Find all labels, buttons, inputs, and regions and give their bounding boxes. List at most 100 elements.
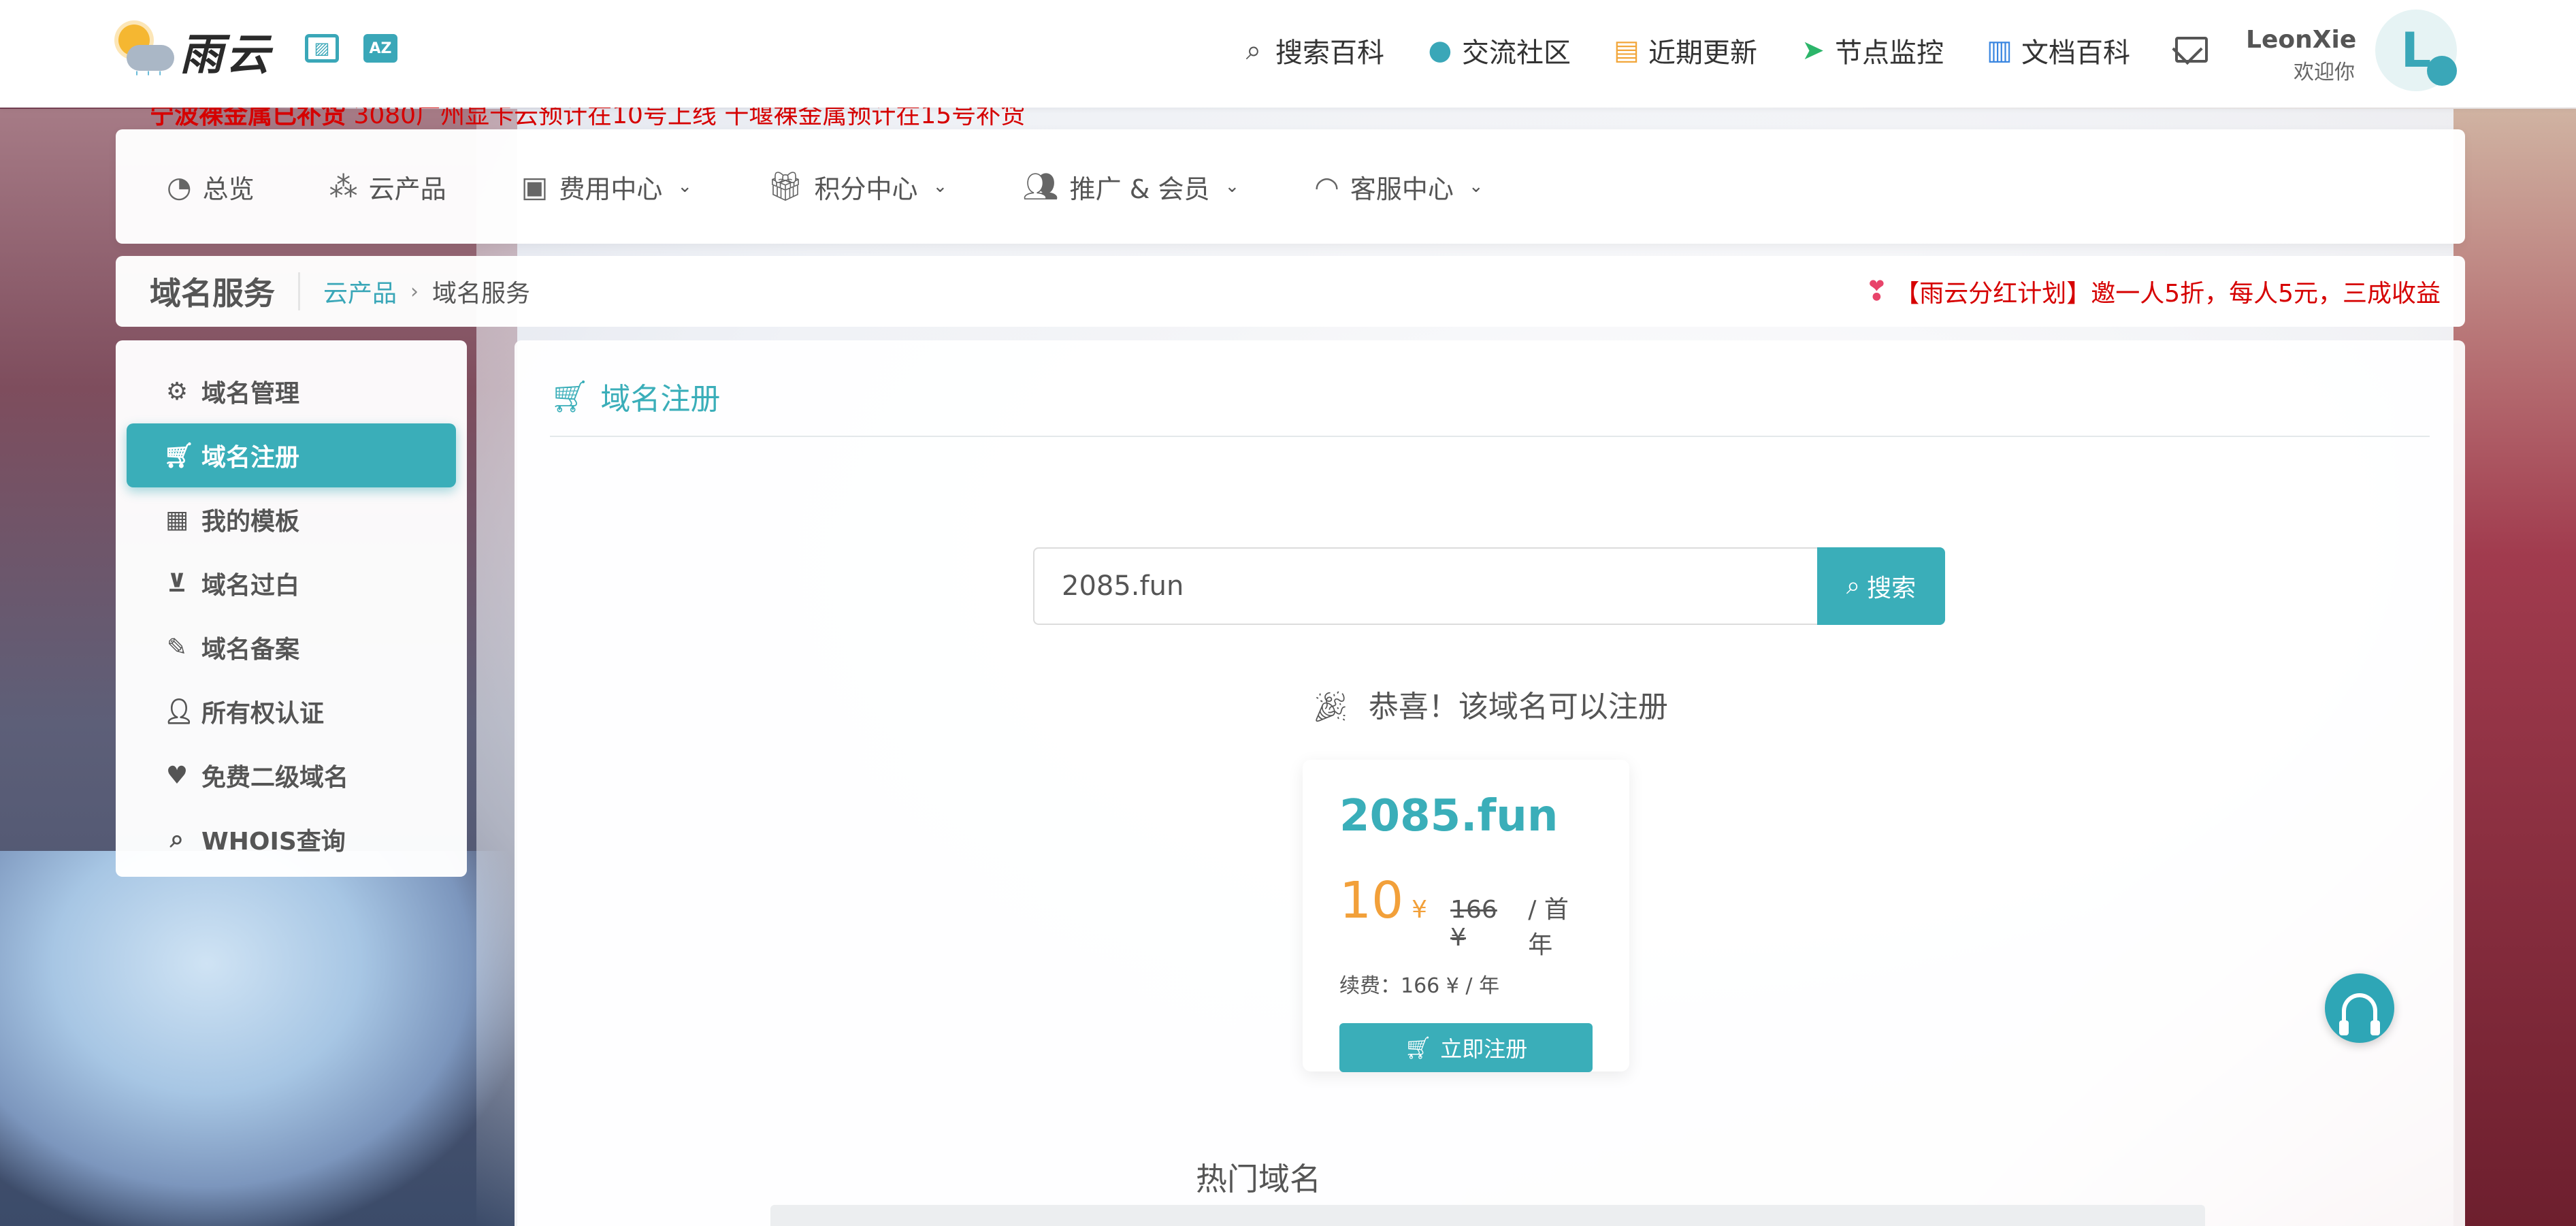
notice-marquee[interactable]: 宁波裸金属已补货 3080广州显卡云预计在10号上线 十堰裸金属预计在15号补货 <box>150 108 1025 129</box>
chevron-down-icon: ⌄ <box>1468 176 1484 197</box>
main-content: 🛒︎ 域名注册 ⌕ 搜索 🎉︎ 恭喜！该域名可以注册 2085.fun 10 ¥… <box>515 340 2465 1226</box>
page-title: 域名服务 <box>116 272 300 312</box>
sidebar-item-domain-management[interactable]: ⚙ 域名管理 <box>127 359 456 423</box>
domain-search: ⌕ 搜索 <box>1033 547 1945 625</box>
top-bar: ' ' ' 雨云 ▨ AZ ⌕ 搜索百科 ● 交流社区 ▤ 近期更新 ➤ 节点监… <box>0 0 2576 108</box>
register-button-label: 立即注册 <box>1440 1036 1528 1062</box>
sidebar-item-my-templates[interactable]: ▦ 我的模板 <box>127 487 456 551</box>
sidebar-item-whois[interactable]: ⌕ WHOIS查询 <box>127 807 456 871</box>
chevron-down-icon: ⌄ <box>932 176 948 197</box>
domain-search-button[interactable]: ⌕ 搜索 <box>1817 547 1945 625</box>
hot-domains-table-header <box>770 1205 2205 1226</box>
cubes-icon: ⁂ <box>329 170 358 204</box>
sidebar-item-domain-register[interactable]: 🛒︎ 域名注册 <box>127 423 456 487</box>
background-right-scenery <box>2453 109 2576 1226</box>
promo-link[interactable]: ❣ 【雨云分红计划】邀一人5折，每人5元，三成收益 <box>1865 256 2441 327</box>
top-nav: ⌕ 搜索百科 ● 交流社区 ▤ 近期更新 ➤ 节点监控 ▥ 文档百科 <box>1240 0 2130 101</box>
chevron-down-icon: ⌄ <box>1224 176 1240 197</box>
newspaper-icon: ▤ <box>1614 35 1640 66</box>
breadcrumb-current: 域名服务 <box>432 280 531 308</box>
sidebar-item-label: 我的模板 <box>201 508 300 536</box>
top-nav-search-wiki[interactable]: ⌕ 搜索百科 <box>1240 31 1384 70</box>
main-nav-label: 推广 & 会员 <box>1069 174 1210 204</box>
top-nav-label: 近期更新 <box>1648 37 1757 69</box>
main-nav-label: 云产品 <box>368 174 446 204</box>
sidebar-item-label: 域名备案 <box>201 636 300 664</box>
headset-icon <box>2339 993 2380 1035</box>
search-icon: ⌕ <box>169 825 184 853</box>
dashboard-icon: ◔ <box>167 170 192 204</box>
breadcrumb: 云产品 › 域名服务 <box>323 274 530 309</box>
main-nav-label: 客服中心 <box>1350 174 1454 204</box>
avatar[interactable]: L <box>2375 10 2457 91</box>
avatar-badge-icon <box>2427 56 2457 86</box>
main-nav-label: 费用中心 <box>559 174 663 204</box>
sidebar-item-label: 所有权认证 <box>201 700 325 728</box>
cart-plus-icon: 🛒︎ <box>163 442 195 470</box>
sidebar-item-domain-whitelist[interactable]: ⊻ 域名过白 <box>127 551 456 615</box>
sidebar-item-domain-filing[interactable]: ✎ 域名备案 <box>127 615 456 679</box>
book-open-icon: ▥ <box>1987 35 2012 66</box>
top-nav-community[interactable]: ● 交流社区 <box>1426 31 1571 70</box>
background-roof-scenery <box>0 851 517 1226</box>
main-nav-label: 积分中心 <box>814 174 918 204</box>
renewal-price: 续费：166 ¥ / 年 <box>1339 974 1500 998</box>
logo[interactable]: ' ' ' 雨云 <box>114 20 272 86</box>
user-name: LeonXie <box>2246 26 2357 54</box>
search-icon: ⌕ <box>1846 572 1861 600</box>
top-tool-icons: ▨ AZ <box>305 34 397 63</box>
cart-plus-icon: 🛒︎ <box>550 377 590 415</box>
mail-icon[interactable] <box>2175 37 2208 63</box>
divider <box>550 436 2430 437</box>
sidebar-item-label: 域名管理 <box>201 380 300 408</box>
price-row: 10 ¥ 166 ¥ / 首年 <box>1339 871 1593 961</box>
content-heading: 🛒︎ 域名注册 <box>550 374 720 418</box>
user-check-icon: 👤︎ <box>163 698 195 726</box>
sidebar-item-free-subdomain[interactable]: ♥ 免费二级域名 <box>127 743 456 807</box>
chevron-right-icon: › <box>410 279 419 304</box>
main-nav-label: 总览 <box>202 174 255 204</box>
main-nav-cloud-products[interactable]: ⁂ 云产品 <box>329 168 446 206</box>
logo-text: 雨云 <box>180 30 272 80</box>
domain-result-card: 2085.fun 10 ¥ 166 ¥ / 首年 续费：166 ¥ / 年 🛒︎… <box>1303 760 1629 1072</box>
promo-text: 【雨云分红计划】邀一人5折，每人5元，三成收益 <box>1895 280 2441 308</box>
sidebar-item-label: 免费二级域名 <box>201 764 349 792</box>
translate-icon[interactable]: AZ <box>363 34 397 63</box>
main-nav-support[interactable]: ◠ 客服中心 ⌄ <box>1314 168 1483 206</box>
breadcrumb-bar: 域名服务 云产品 › 域名服务 ❣ 【雨云分红计划】邀一人5折，每人5元，三成收… <box>116 256 2465 327</box>
sidebar: ⚙ 域名管理 🛒︎ 域名注册 ▦ 我的模板 ⊻ 域名过白 ✎ 域名备案 👤︎ 所… <box>116 340 467 877</box>
cart-icon: 🛒︎ <box>1404 1035 1433 1061</box>
heart-icon: ♥ <box>165 761 189 790</box>
top-nav-node-monitor[interactable]: ➤ 节点监控 <box>1799 31 1944 70</box>
register-now-button[interactable]: 🛒︎ 立即注册 <box>1339 1023 1593 1072</box>
image-gallery-icon[interactable]: ▨ <box>305 34 339 63</box>
notice-text: 3080广州显卡云预计在10号上线 十堰裸金属预计在15号补货 <box>346 108 1026 129</box>
top-nav-label: 文档百科 <box>2021 37 2130 69</box>
hot-domains-title: 热门域名 <box>1196 1161 1321 1197</box>
user-info[interactable]: LeonXie 欢迎你 <box>2246 26 2357 85</box>
inbox-check-icon: ⊻ <box>167 569 187 598</box>
money-bill-icon: ▣ <box>521 170 549 204</box>
content-heading-text: 域名注册 <box>600 382 721 417</box>
location-arrow-icon: ➤ <box>1801 35 1825 66</box>
file-signature-icon: ✎ <box>166 633 188 662</box>
floating-support-button[interactable] <box>2325 973 2394 1043</box>
main-nav-billing[interactable]: ▣ 费用中心 ⌄ <box>521 168 693 206</box>
original-price: 166 ¥ <box>1450 896 1497 952</box>
main-nav-overview[interactable]: ◔ 总览 <box>167 168 255 206</box>
main-nav-points[interactable]: 🎁︎ 积分中心 ⌄ <box>767 168 947 206</box>
top-nav-docs[interactable]: ▥ 文档百科 <box>1986 31 2130 70</box>
top-nav-updates[interactable]: ▤ 近期更新 <box>1613 31 1757 70</box>
chevron-down-icon: ⌄ <box>677 176 693 197</box>
domain-name: 2085.fun <box>1339 791 1559 841</box>
hearts-icon: ❣ <box>1865 276 1889 307</box>
main-nav-promotion[interactable]: 👥︎ 推广 & 会员 ⌄ <box>1022 168 1239 206</box>
top-nav-label: 节点监控 <box>1835 37 1944 69</box>
domain-price: 10 <box>1339 871 1404 930</box>
result-message-text: 恭喜！该域名可以注册 <box>1368 690 1668 724</box>
domain-search-input[interactable] <box>1033 547 1817 625</box>
headset-icon: ◠ <box>1314 170 1339 204</box>
sidebar-item-label: 域名注册 <box>201 444 300 472</box>
breadcrumb-link-cloud-products[interactable]: 云产品 <box>323 274 397 309</box>
sidebar-item-ownership-verify[interactable]: 👤︎ 所有权认证 <box>127 679 456 743</box>
